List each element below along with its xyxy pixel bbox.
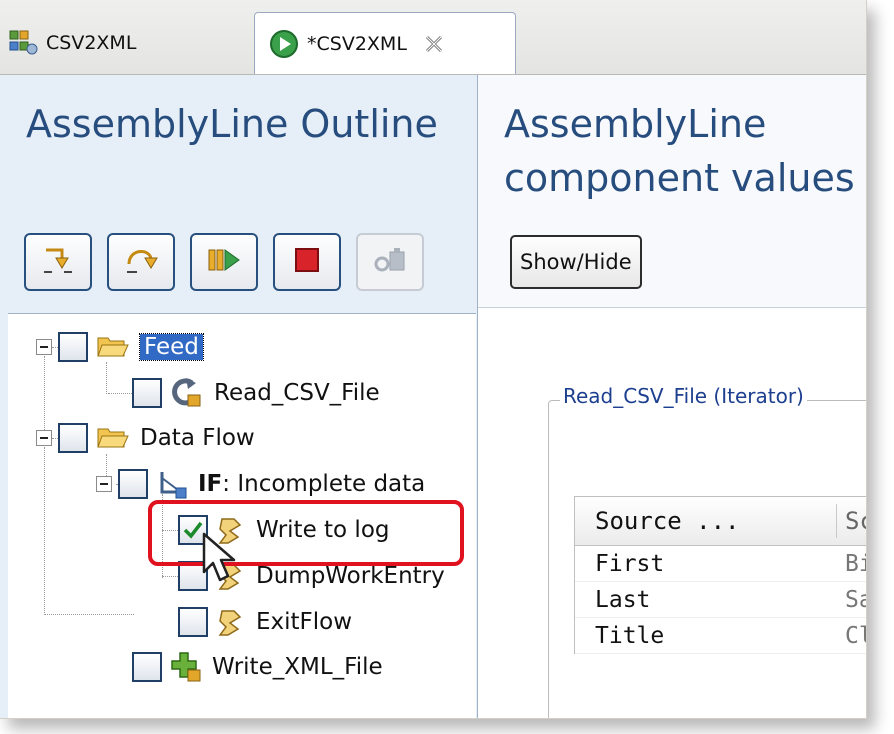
run-to-button[interactable] <box>190 233 258 291</box>
if-condition: : Incomplete data <box>222 471 426 497</box>
open-folder-icon <box>96 334 130 360</box>
run-icon <box>269 29 299 59</box>
open-folder-icon <box>96 425 130 451</box>
step-into-icon <box>38 242 78 282</box>
collapse-toggle[interactable] <box>36 430 52 446</box>
stop-button[interactable] <box>273 233 341 291</box>
tree-node-write-xml-file[interactable]: Write_XML_File <box>132 647 383 687</box>
table-cell: Title <box>595 622 665 649</box>
tree-node-if-incomplete-data[interactable]: IF: Incomplete data <box>96 464 425 504</box>
outline-panel: AssemblyLine Outline Feed Read_CSV_File … <box>0 75 478 718</box>
tree-node-label: ExitFlow <box>256 609 353 635</box>
tree-node-feed[interactable]: Feed <box>36 327 204 367</box>
debug-tool-icon <box>370 242 410 282</box>
iterator-connector-icon <box>170 377 204 409</box>
tree-node-label: Data Flow <box>140 425 255 451</box>
column-header-source[interactable]: Source ... <box>575 504 837 538</box>
tree-node-data-flow[interactable]: Data Flow <box>36 418 255 458</box>
checkbox[interactable] <box>132 378 162 408</box>
table-cell: Last <box>595 586 651 613</box>
column-header-second[interactable]: Sc <box>837 507 866 535</box>
table-header: Source ... Sc <box>575 496 866 546</box>
stop-icon <box>289 242 325 282</box>
group-label: Read_CSV_File (Iterator) <box>560 384 807 408</box>
tree-node-label: DumpWorkEntry <box>256 563 445 589</box>
step-over-icon <box>121 242 161 282</box>
tree-node-label: Read_CSV_File <box>214 380 380 406</box>
table-row[interactable]: Title Cl <box>575 618 866 654</box>
tab-label: *CSV2XML <box>307 32 407 55</box>
checkbox[interactable] <box>118 469 148 499</box>
checkbox[interactable] <box>58 332 88 362</box>
component-values-panel: AssemblyLine component values Show/Hide … <box>478 75 866 718</box>
outline-title: AssemblyLine Outline <box>26 102 438 146</box>
table-cell: Bi <box>845 550 866 577</box>
table-cell: Sa <box>845 586 866 613</box>
debug-tool-button[interactable] <box>356 233 424 291</box>
assembly-line-icon <box>8 29 38 57</box>
script-hook-icon <box>216 607 246 637</box>
table-row[interactable]: Last Sa <box>575 582 866 618</box>
collapse-toggle[interactable] <box>36 339 52 355</box>
if-keyword: IF <box>198 471 223 497</box>
values-title-text: AssemblyLine component values <box>504 102 855 200</box>
checkbox[interactable] <box>58 423 88 453</box>
tab-csv2xml-running[interactable]: *CSV2XML <box>254 12 516 74</box>
editor-tab-bar: CSV2XML *CSV2XML <box>0 0 866 75</box>
step-into-button[interactable] <box>24 233 92 291</box>
tree-node-label: Write_XML_File <box>212 654 383 680</box>
table-row[interactable]: First Bi <box>575 546 866 582</box>
tree-node-label: IF: Incomplete data <box>198 471 425 497</box>
table-cell: Cl <box>845 622 866 649</box>
step-over-button[interactable] <box>107 233 175 291</box>
editor-window: CSV2XML *CSV2XML AssemblyLine Outline Fe… <box>0 0 867 719</box>
checkbox[interactable] <box>132 652 162 682</box>
tab-csv2xml-config[interactable]: CSV2XML <box>8 12 136 74</box>
values-content: Read_CSV_File (Iterator) Source ... Sc F… <box>478 308 866 718</box>
show-hide-button[interactable]: Show/Hide <box>510 235 642 289</box>
branch-icon <box>156 468 188 500</box>
collapse-toggle[interactable] <box>96 476 112 492</box>
close-icon[interactable] <box>423 33 445 55</box>
tree-node-read-csv-file[interactable]: Read_CSV_File <box>132 373 380 413</box>
mouse-pointer-icon <box>200 532 240 588</box>
table-cell: First <box>595 550 665 577</box>
run-to-icon <box>204 242 244 282</box>
add-only-connector-icon <box>170 651 202 683</box>
tree-node-label: Feed <box>139 333 204 361</box>
checkbox[interactable] <box>178 607 208 637</box>
tab-label: CSV2XML <box>46 32 137 54</box>
debug-toolbar <box>24 233 424 293</box>
callout-highlight <box>148 500 464 566</box>
tree-node-exit-flow[interactable]: ExitFlow <box>178 602 352 642</box>
values-table: Source ... Sc First Bi Last Sa Title Cl <box>574 496 866 654</box>
values-title: AssemblyLine component values <box>504 97 864 205</box>
